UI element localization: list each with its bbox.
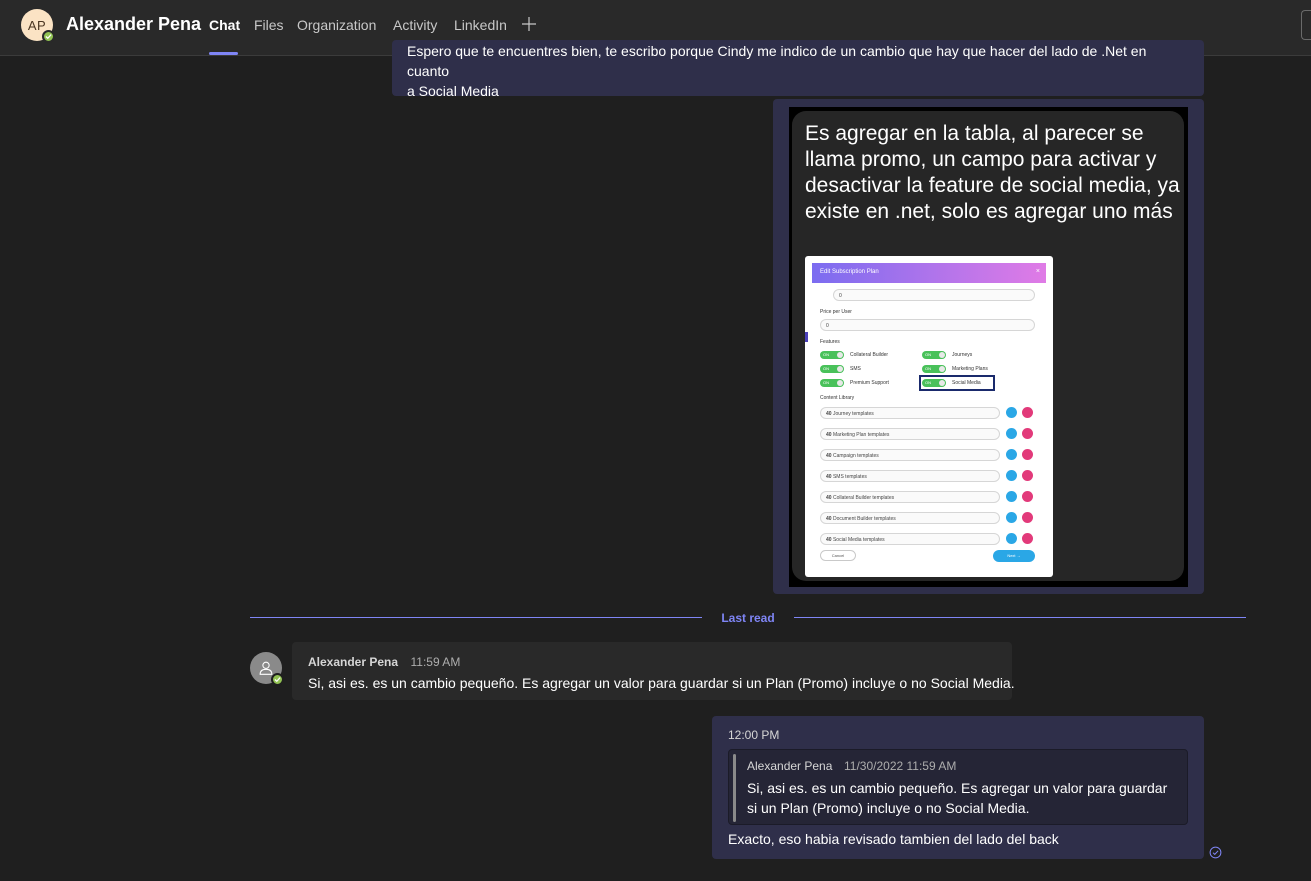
- delete-icon: [1022, 491, 1033, 502]
- library-name: Campaign templates: [832, 453, 879, 459]
- tab-activity[interactable]: Activity: [393, 17, 437, 33]
- active-tab-indicator: [209, 52, 238, 55]
- header-right-control[interactable]: [1301, 10, 1311, 40]
- last-read-label: Last read: [721, 611, 775, 625]
- message-text-line: a Social Media: [407, 83, 499, 96]
- toggle-switch: ON: [922, 351, 946, 359]
- message-text: Si, asi es. es un cambio pequeño. Es agr…: [308, 675, 1015, 691]
- quoted-time: 11/30/2022 11:59 AM: [844, 759, 957, 773]
- dialog-next-button: Next →: [993, 550, 1035, 562]
- toggle-switch: ON: [820, 365, 844, 373]
- toggle-switch: ON: [820, 351, 844, 359]
- library-name: Document Builder templates: [832, 516, 896, 522]
- delete-icon: [1022, 449, 1033, 460]
- feature-label: Collateral Builder: [850, 352, 889, 358]
- dialog-header: Edit Subscription Plan ×: [812, 263, 1046, 283]
- library-count: 40: [826, 432, 832, 438]
- dialog-next-label: Next: [1007, 553, 1016, 558]
- feature-label: Marketing Plans: [952, 366, 988, 372]
- edit-icon: [1006, 407, 1017, 418]
- screenshot-edge-bar: [805, 332, 808, 342]
- delete-icon: [1022, 533, 1033, 544]
- toggle-switch: ON: [922, 365, 946, 373]
- attached-image[interactable]: Es agregar en la tabla, al parecer se ll…: [789, 107, 1188, 587]
- library-name: Social Media templates: [832, 537, 885, 543]
- library-item: 40 Journey templates: [820, 407, 1000, 419]
- embedded-screenshot: Edit Subscription Plan × 0 Price per Use…: [805, 256, 1053, 577]
- quoted-sender-name: Alexander Pena: [747, 759, 833, 773]
- dialog-cancel-button: Cancel: [820, 550, 856, 561]
- edit-icon: [1006, 512, 1017, 523]
- library-count: 40: [826, 537, 832, 543]
- quoted-text: Si, asi es. es un cambio pequeño. Es agr…: [747, 780, 1168, 816]
- sender-avatar[interactable]: [250, 652, 284, 686]
- edit-icon: [1006, 533, 1017, 544]
- feature-label: Premium Support: [850, 380, 889, 386]
- edit-icon: [1006, 449, 1017, 460]
- features-label: Features: [820, 339, 840, 345]
- message-text-line: Espero que te encuentres bien, te escrib…: [407, 43, 1147, 79]
- available-status-icon: [42, 30, 55, 43]
- tab-linkedin[interactable]: LinkedIn: [454, 17, 507, 33]
- edit-icon: [1006, 491, 1017, 502]
- tab-files[interactable]: Files: [254, 17, 284, 33]
- delete-icon: [1022, 470, 1033, 481]
- avatar[interactable]: AP: [21, 9, 55, 43]
- quoted-message[interactable]: Alexander Pena 11/30/2022 11:59 AM Si, a…: [728, 749, 1188, 825]
- library-count: 40: [826, 516, 832, 522]
- message-bubble-image[interactable]: Es agregar en la tabla, al parecer se ll…: [773, 99, 1204, 594]
- quote-bar: [733, 754, 736, 822]
- arrow-right-icon: →: [1016, 553, 1021, 558]
- content-library-label: Content Library: [820, 395, 855, 401]
- library-count: 40: [826, 474, 832, 480]
- message-time: 11:59 AM: [410, 655, 461, 669]
- dialog-top-input: 0: [833, 289, 1035, 301]
- message-time: 12:00 PM: [728, 728, 780, 742]
- edit-icon: [1006, 470, 1017, 481]
- library-name: Marketing Plan templates: [832, 432, 890, 438]
- library-count: 40: [826, 453, 832, 459]
- price-label: Price per User: [820, 309, 852, 315]
- library-name: Journey templates: [832, 411, 874, 417]
- library-name: SMS templates: [832, 474, 867, 480]
- delete-icon: [1022, 407, 1033, 418]
- library-item: 40 Collateral Builder templates: [820, 491, 1000, 503]
- message-meta: Alexander Pena 11:59 AM: [308, 653, 996, 671]
- library-item: 40 Marketing Plan templates: [820, 428, 1000, 440]
- highlight-box: [919, 375, 995, 391]
- seen-check-icon: [1209, 846, 1222, 859]
- delete-icon: [1022, 428, 1033, 439]
- library-item: 40 Document Builder templates: [820, 512, 1000, 524]
- last-read-line-left: [250, 617, 702, 618]
- price-input: 0: [820, 319, 1035, 331]
- plus-icon[interactable]: [521, 16, 537, 32]
- close-icon: ×: [1035, 268, 1040, 275]
- dialog-title: Edit Subscription Plan: [820, 269, 879, 275]
- message-bubble-received[interactable]: Alexander Pena 11:59 AM Si, asi es. es u…: [292, 642, 1015, 700]
- tab-chat[interactable]: Chat: [209, 17, 240, 33]
- avatar-initials: AP: [27, 17, 47, 33]
- edit-icon: [1006, 428, 1017, 439]
- toggle-switch: ON: [820, 379, 844, 387]
- delete-icon: [1022, 512, 1033, 523]
- library-count: 40: [826, 495, 832, 501]
- contact-name: Alexander Pena: [66, 14, 202, 34]
- image-chat-bubble: Es agregar en la tabla, al parecer se ll…: [792, 111, 1184, 581]
- feature-label: SMS: [850, 366, 861, 372]
- sender-name: Alexander Pena: [308, 655, 399, 669]
- library-name: Collateral Builder templates: [832, 495, 895, 501]
- message-text: Exacto, eso habia revisado tambien del l…: [728, 831, 1059, 847]
- feature-label: Journeys: [952, 352, 973, 358]
- image-caption-text: Es agregar en la tabla, al parecer se ll…: [805, 122, 1180, 223]
- message-bubble-sent-reply[interactable]: 12:00 PM Alexander Pena 11/30/2022 11:59…: [712, 716, 1204, 859]
- library-item: 40 SMS templates: [820, 470, 1000, 482]
- library-item: 40 Social Media templates: [820, 533, 1000, 545]
- tab-organization[interactable]: Organization: [297, 17, 376, 33]
- library-item: 40 Campaign templates: [820, 449, 1000, 461]
- message-bubble-sent[interactable]: Espero que te encuentres bien, te escrib…: [392, 40, 1204, 96]
- available-status-icon: [271, 673, 284, 686]
- last-read-line-right: [794, 617, 1246, 618]
- library-count: 40: [826, 411, 832, 417]
